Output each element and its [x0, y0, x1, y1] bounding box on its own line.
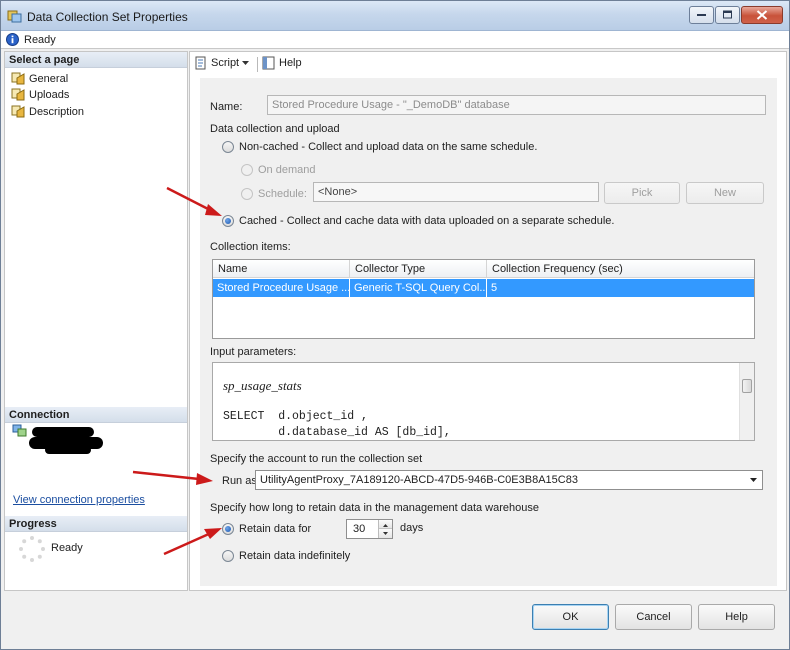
retain-days-value: 30 [353, 523, 366, 535]
grid-header: Name Collector Type Collection Frequency… [213, 260, 754, 278]
dialog-window: Data Collection Set Properties Ready Sel… [0, 0, 790, 650]
cached-label: Cached - Collect and cache data with dat… [239, 215, 615, 227]
help-toolbar-button[interactable]: Help [262, 56, 302, 70]
grid-cell-name: Stored Procedure Usage ... [213, 279, 350, 297]
toolbar-separator [257, 57, 258, 72]
on-demand-radio[interactable] [241, 164, 253, 176]
help-button[interactable]: Help [698, 604, 775, 630]
right-pane: Script Help Name: Stored Procedure Usage… [189, 51, 787, 591]
page-general[interactable]: General [11, 71, 68, 86]
collection-items-label: Collection items: [210, 241, 291, 253]
retain-indefinitely-radio[interactable] [222, 550, 234, 562]
code-line: SELECT d.object_id , [223, 410, 368, 423]
status-line: Ready [1, 31, 789, 49]
on-demand-label: On demand [258, 164, 316, 176]
info-icon [6, 33, 19, 46]
script-icon [195, 56, 206, 70]
window-title: Data Collection Set Properties [27, 10, 188, 24]
page-uploads[interactable]: Uploads [11, 87, 69, 102]
run-as-select[interactable]: UtilityAgentProxy_7A189120-ABCD-47D5-946… [255, 470, 763, 490]
left-pane: Select a page General Uploads Descriptio… [4, 51, 188, 591]
grid-cell-frequency: 5 [491, 282, 498, 294]
retain-indefinitely-label: Retain data indefinitely [239, 550, 351, 562]
ok-button[interactable]: OK [532, 604, 609, 630]
script-button[interactable]: Script [193, 56, 250, 70]
redacted-server-name [45, 446, 91, 454]
increment-button[interactable] [379, 520, 392, 529]
app-icon [7, 10, 22, 23]
status-text: Ready [24, 34, 56, 46]
vertical-scrollbar[interactable] [739, 363, 754, 440]
maximize-icon [722, 10, 732, 19]
grid-cell-collector-type: Generic T-SQL Query Col... [350, 279, 487, 297]
help-icon [262, 56, 275, 70]
schedule-field[interactable]: <None> [313, 182, 599, 202]
select-page-header: Select a page [5, 52, 187, 68]
general-page-content: Name: Stored Procedure Usage - "_DemoDB"… [200, 78, 777, 586]
minimize-icon [696, 14, 706, 16]
toolbar: Script Help [190, 52, 786, 76]
chevron-up-icon [383, 524, 388, 527]
script-label: Script [211, 57, 240, 69]
view-connection-properties-link[interactable]: View connection properties [13, 494, 145, 506]
redacted-server-name [32, 427, 94, 437]
page-label: General [29, 72, 69, 85]
code-line: d.database_id AS [db_id], [223, 426, 451, 439]
page-label: Description [29, 105, 85, 118]
column-header-collector-type[interactable]: Collector Type [350, 260, 487, 278]
retain-for-label: Retain data for [239, 523, 312, 535]
input-parameters-label: Input parameters: [210, 346, 297, 358]
cached-radio[interactable] [222, 215, 234, 227]
page-icon [11, 72, 25, 85]
chevron-down-icon [750, 478, 757, 482]
schedule-radio[interactable] [241, 188, 253, 200]
retain-for-radio[interactable] [222, 523, 234, 535]
minimize-button[interactable] [689, 6, 714, 24]
close-button[interactable] [741, 6, 783, 24]
table-row[interactable]: Stored Procedure Usage ... Generic T-SQL… [213, 279, 754, 297]
retention-label: Specify how long to retain data in the m… [210, 502, 539, 514]
run-as-value: UtilityAgentProxy_7A189120-ABCD-47D5-946… [260, 474, 578, 486]
new-button[interactable]: New [686, 182, 764, 204]
data-collection-label: Data collection and upload [210, 123, 340, 135]
help-label: Help [279, 57, 302, 69]
page-icon [11, 88, 25, 101]
server-connection-icon [12, 424, 27, 437]
chevron-down-icon [383, 532, 388, 535]
progress-status: Ready [51, 542, 83, 554]
progress-header: Progress [5, 516, 187, 532]
cancel-button[interactable]: Cancel [615, 604, 692, 630]
close-icon [756, 10, 768, 20]
progress-spinner-icon [19, 536, 45, 562]
noncached-label: Non-cached - Collect and upload data on … [239, 141, 538, 153]
schedule-label: Schedule: [258, 188, 307, 200]
decrement-button[interactable] [379, 529, 392, 538]
page-label: Uploads [29, 88, 70, 101]
collection-items-grid[interactable]: Name Collector Type Collection Frequency… [212, 259, 755, 339]
days-label: days [400, 522, 424, 534]
page-icon [11, 105, 25, 118]
noncached-radio[interactable] [222, 141, 234, 153]
scrollbar-thumb[interactable] [742, 379, 752, 393]
page-description[interactable]: Description [11, 104, 84, 119]
name-label: Name: [210, 101, 243, 113]
dialog-button-bar: OK Cancel Help [1, 593, 789, 649]
account-label: Specify the account to run the collectio… [210, 453, 423, 465]
retain-days-stepper[interactable]: 30 [346, 519, 393, 539]
column-header-name[interactable]: Name [213, 260, 350, 278]
maximize-button[interactable] [715, 6, 740, 24]
code-line: sp_usage_stats [223, 378, 302, 393]
chevron-down-icon [242, 60, 250, 65]
pick-button[interactable]: Pick [604, 182, 680, 204]
name-field[interactable]: Stored Procedure Usage - "_DemoDB" datab… [267, 95, 766, 115]
title-bar[interactable]: Data Collection Set Properties [1, 1, 789, 31]
input-parameters-editor[interactable]: sp_usage_stats SELECT d.object_id , d.da… [212, 362, 755, 441]
column-header-collection-frequency[interactable]: Collection Frequency (sec) [487, 260, 754, 278]
connection-header: Connection [5, 407, 187, 423]
